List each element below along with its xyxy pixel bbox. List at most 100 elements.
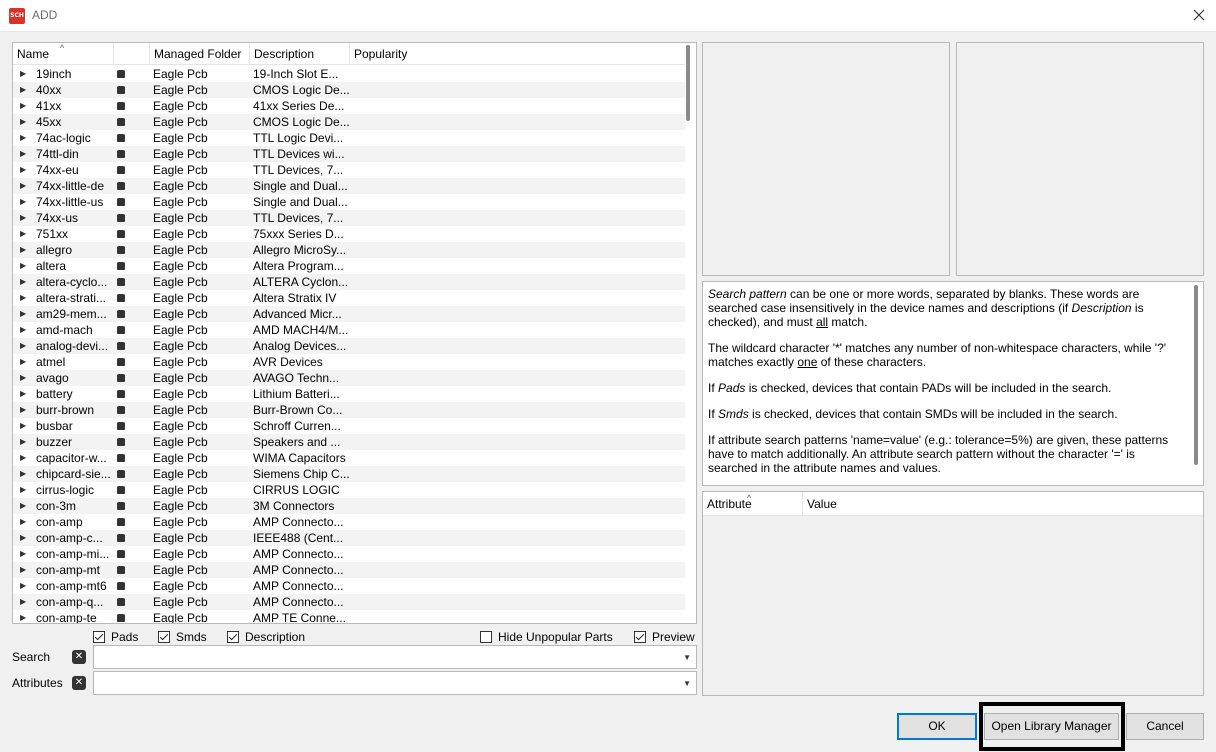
expand-arrow-icon[interactable]: ▶	[20, 178, 28, 194]
table-row[interactable]: ▶ altera-cyclo... Eagle Pcb ALTERA Cyclon..…	[13, 274, 685, 290]
expand-arrow-icon[interactable]: ▶	[20, 466, 28, 482]
ok-button[interactable]: OK	[897, 713, 977, 740]
table-row[interactable]: ▶ allegro Eagle Pcb Allegro MicroSy...	[13, 242, 685, 258]
expand-arrow-icon[interactable]: ▶	[20, 562, 28, 578]
expand-arrow-icon[interactable]: ▶	[20, 194, 28, 210]
column-name[interactable]: ^ Name	[13, 43, 114, 65]
table-row[interactable]: ▶ altera Eagle Pcb Altera Program...	[13, 258, 685, 274]
table-row[interactable]: ▶ con-3m Eagle Pcb 3M Connectors	[13, 498, 685, 514]
table-row[interactable]: ▶ 74xx-eu Eagle Pcb TTL Devices, 7...	[13, 162, 685, 178]
table-row[interactable]: ▶ capacitor-w... Eagle Pcb WIMA Capacitors	[13, 450, 685, 466]
attributes-combobox[interactable]: ▼	[93, 671, 697, 695]
expand-arrow-icon[interactable]: ▶	[20, 402, 28, 418]
expand-arrow-icon[interactable]: ▶	[20, 386, 28, 402]
table-row[interactable]: ▶ 74xx-us Eagle Pcb TTL Devices, 7...	[13, 210, 685, 226]
table-row[interactable]: ▶ battery Eagle Pcb Lithium Batteri...	[13, 386, 685, 402]
table-row[interactable]: ▶ 74xx-little-de Eagle Pcb Single and Dual.…	[13, 178, 685, 194]
table-row[interactable]: ▶ buzzer Eagle Pcb Speakers and ...	[13, 434, 685, 450]
expand-arrow-icon[interactable]: ▶	[20, 146, 28, 162]
table-row[interactable]: ▶ 74xx-little-us Eagle Pcb Single and Dual.…	[13, 194, 685, 210]
description-checkbox[interactable]: Description	[227, 630, 305, 644]
expand-arrow-icon[interactable]: ▶	[20, 258, 28, 274]
expand-arrow-icon[interactable]: ▶	[20, 130, 28, 146]
expand-arrow-icon[interactable]: ▶	[20, 498, 28, 514]
expand-arrow-icon[interactable]: ▶	[20, 322, 28, 338]
attributes-dropdown-icon[interactable]: ▼	[683, 679, 691, 688]
close-icon[interactable]	[1188, 4, 1210, 26]
column-description[interactable]: Description	[250, 43, 350, 65]
help-scrollbar-thumb[interactable]	[1194, 285, 1198, 465]
expand-arrow-icon[interactable]: ▶	[20, 482, 28, 498]
search-input[interactable]	[98, 647, 668, 667]
table-row[interactable]: ▶ 751xx Eagle Pcb 75xxx Series D...	[13, 226, 685, 242]
expand-arrow-icon[interactable]: ▶	[20, 418, 28, 434]
column-value[interactable]: Value	[803, 492, 1203, 516]
expand-arrow-icon[interactable]: ▶	[20, 338, 28, 354]
table-row[interactable]: ▶ am29-mem... Eagle Pcb Advanced Micr...	[13, 306, 685, 322]
expand-arrow-icon[interactable]: ▶	[20, 578, 28, 594]
table-row[interactable]: ▶ cirrus-logic Eagle Pcb CIRRUS LOGIC	[13, 482, 685, 498]
expand-arrow-icon[interactable]: ▶	[20, 514, 28, 530]
table-row[interactable]: ▶ con-amp-q... Eagle Pcb AMP Connecto...	[13, 594, 685, 610]
table-row[interactable]: ▶ 45xx Eagle Pcb CMOS Logic De...	[13, 114, 685, 130]
expand-arrow-icon[interactable]: ▶	[20, 162, 28, 178]
table-row[interactable]: ▶ altera-strati... Eagle Pcb Altera Stratix…	[13, 290, 685, 306]
preview-checkbox[interactable]: Preview	[634, 630, 695, 644]
table-row[interactable]: ▶ con-amp-c... Eagle Pcb IEEE488 (Cent...	[13, 530, 685, 546]
vertical-scrollbar[interactable]	[686, 43, 696, 623]
table-row[interactable]: ▶ amd-mach Eagle Pcb AMD MACH4/M...	[13, 322, 685, 338]
table-row[interactable]: ▶ con-amp-mi... Eagle Pcb AMP Connecto...	[13, 546, 685, 562]
attributes-clear-icon[interactable]: ✕	[72, 676, 86, 690]
library-name: atmel	[36, 355, 66, 369]
table-row[interactable]: ▶ chipcard-sie... Eagle Pcb Siemens Chip C.…	[13, 466, 685, 482]
table-row[interactable]: ▶ con-amp-te Eagle Pcb AMP TE Conne...	[13, 610, 685, 623]
expand-arrow-icon[interactable]: ▶	[20, 610, 28, 623]
table-row[interactable]: ▶ 40xx Eagle Pcb CMOS Logic De...	[13, 82, 685, 98]
search-clear-icon[interactable]: ✕	[72, 650, 86, 664]
expand-arrow-icon[interactable]: ▶	[20, 114, 28, 130]
app-icon: SCH	[9, 8, 25, 24]
expand-arrow-icon[interactable]: ▶	[20, 242, 28, 258]
column-popularity[interactable]: Popularity	[350, 43, 685, 65]
expand-arrow-icon[interactable]: ▶	[20, 546, 28, 562]
table-row[interactable]: ▶ avago Eagle Pcb AVAGO Techn...	[13, 370, 685, 386]
expand-arrow-icon[interactable]: ▶	[20, 210, 28, 226]
expand-arrow-icon[interactable]: ▶	[20, 98, 28, 114]
table-row[interactable]: ▶ 74ac-logic Eagle Pcb TTL Logic Devi...	[13, 130, 685, 146]
table-row[interactable]: ▶ con-amp-mt Eagle Pcb AMP Connecto...	[13, 562, 685, 578]
table-row[interactable]: ▶ con-amp-mt6 Eagle Pcb AMP Connecto...	[13, 578, 685, 594]
expand-arrow-icon[interactable]: ▶	[20, 66, 28, 82]
expand-arrow-icon[interactable]: ▶	[20, 274, 28, 290]
expand-arrow-icon[interactable]: ▶	[20, 82, 28, 98]
expand-arrow-icon[interactable]: ▶	[20, 226, 28, 242]
table-row[interactable]: ▶ 74ttl-din Eagle Pcb TTL Devices wi...	[13, 146, 685, 162]
column-lock[interactable]	[114, 43, 150, 65]
table-row[interactable]: ▶ busbar Eagle Pcb Schroff Curren...	[13, 418, 685, 434]
description-label: Description	[245, 630, 306, 644]
pads-checkbox[interactable]: Pads	[93, 630, 138, 644]
expand-arrow-icon[interactable]: ▶	[20, 434, 28, 450]
expand-arrow-icon[interactable]: ▶	[20, 306, 28, 322]
table-row[interactable]: ▶ con-amp Eagle Pcb AMP Connecto...	[13, 514, 685, 530]
search-combobox[interactable]: ▼	[93, 645, 697, 669]
expand-arrow-icon[interactable]: ▶	[20, 450, 28, 466]
expand-arrow-icon[interactable]: ▶	[20, 290, 28, 306]
hide-unpopular-checkbox[interactable]: Hide Unpopular Parts	[480, 630, 613, 644]
table-row[interactable]: ▶ 19inch Eagle Pcb 19-Inch Slot E...	[13, 66, 685, 82]
table-row[interactable]: ▶ 41xx Eagle Pcb 41xx Series De...	[13, 98, 685, 114]
table-row[interactable]: ▶ atmel Eagle Pcb AVR Devices	[13, 354, 685, 370]
cancel-button[interactable]: Cancel	[1126, 713, 1204, 740]
expand-arrow-icon[interactable]: ▶	[20, 594, 28, 610]
scrollbar-thumb[interactable]	[686, 45, 690, 121]
attributes-input[interactable]	[98, 673, 668, 693]
expand-arrow-icon[interactable]: ▶	[20, 370, 28, 386]
column-managed-folder[interactable]: Managed Folder	[150, 43, 250, 65]
expand-arrow-icon[interactable]: ▶	[20, 354, 28, 370]
managed-folder: Eagle Pcb	[153, 563, 208, 577]
column-attribute[interactable]: ^ Attribute	[703, 492, 803, 516]
expand-arrow-icon[interactable]: ▶	[20, 530, 28, 546]
table-row[interactable]: ▶ burr-brown Eagle Pcb Burr-Brown Co...	[13, 402, 685, 418]
table-row[interactable]: ▶ analog-devi... Eagle Pcb Analog Devices..…	[13, 338, 685, 354]
smds-checkbox[interactable]: Smds	[158, 630, 207, 644]
search-dropdown-icon[interactable]: ▼	[683, 653, 691, 662]
